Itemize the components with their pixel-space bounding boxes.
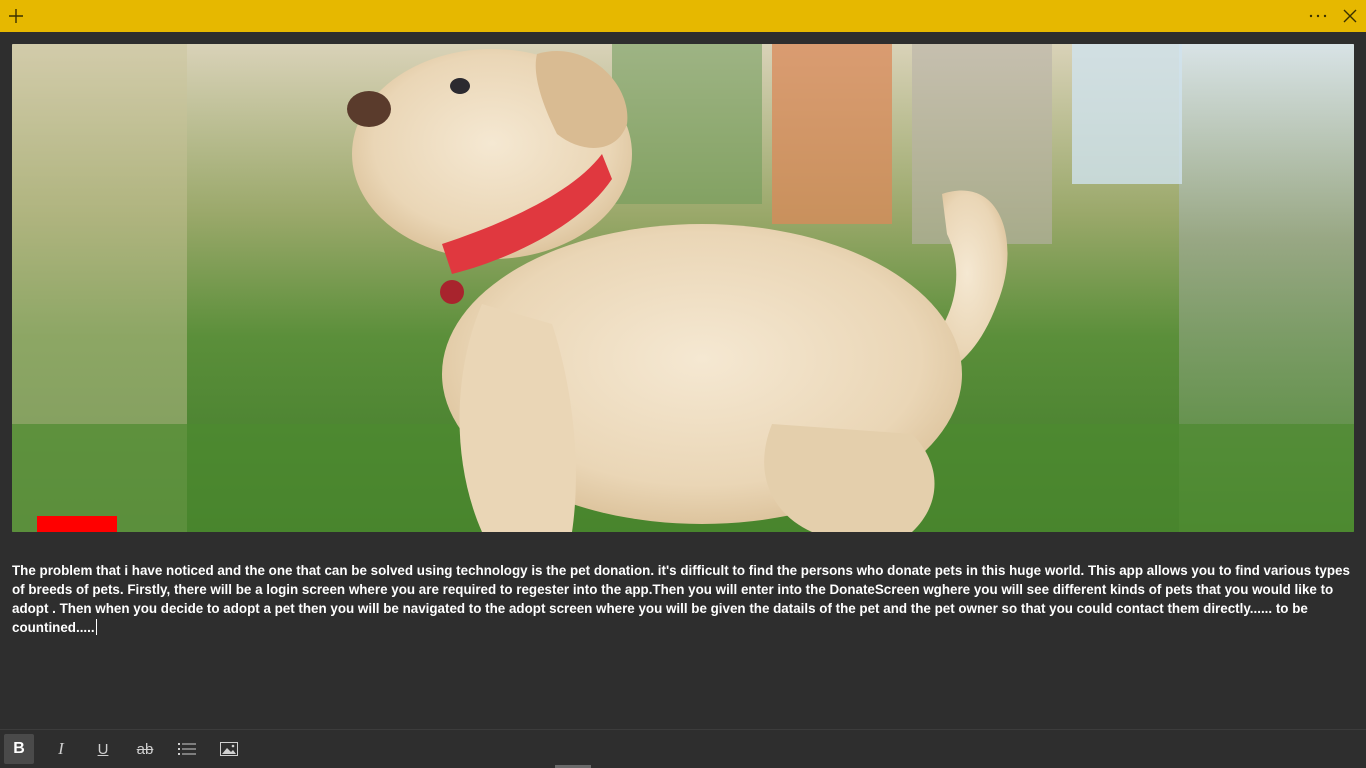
title-bar [0,0,1366,32]
ellipsis-icon [1309,14,1327,18]
note-body[interactable]: The problem that i have noticed and the … [12,561,1354,637]
text-caret [95,619,97,635]
add-note-button[interactable] [0,0,32,32]
underline-button[interactable]: U [88,734,118,764]
plus-icon [9,9,23,23]
puppy-photo [12,44,1354,532]
close-icon [1343,9,1357,23]
more-options-button[interactable] [1302,0,1334,32]
italic-button[interactable]: I [46,734,76,764]
insert-image-button[interactable] [214,734,244,764]
bold-button[interactable]: B [4,734,34,764]
note-text-content: The problem that i have noticed and the … [12,563,1350,635]
format-toolbar: B I U ab [0,730,1366,768]
red-marker [37,516,117,532]
bullet-list-button[interactable] [172,734,202,764]
insert-image-icon [220,742,238,756]
strikethrough-button[interactable]: ab [130,734,160,764]
close-button[interactable] [1334,0,1366,32]
note-image[interactable] [12,44,1354,532]
bullet-list-icon [178,743,196,755]
